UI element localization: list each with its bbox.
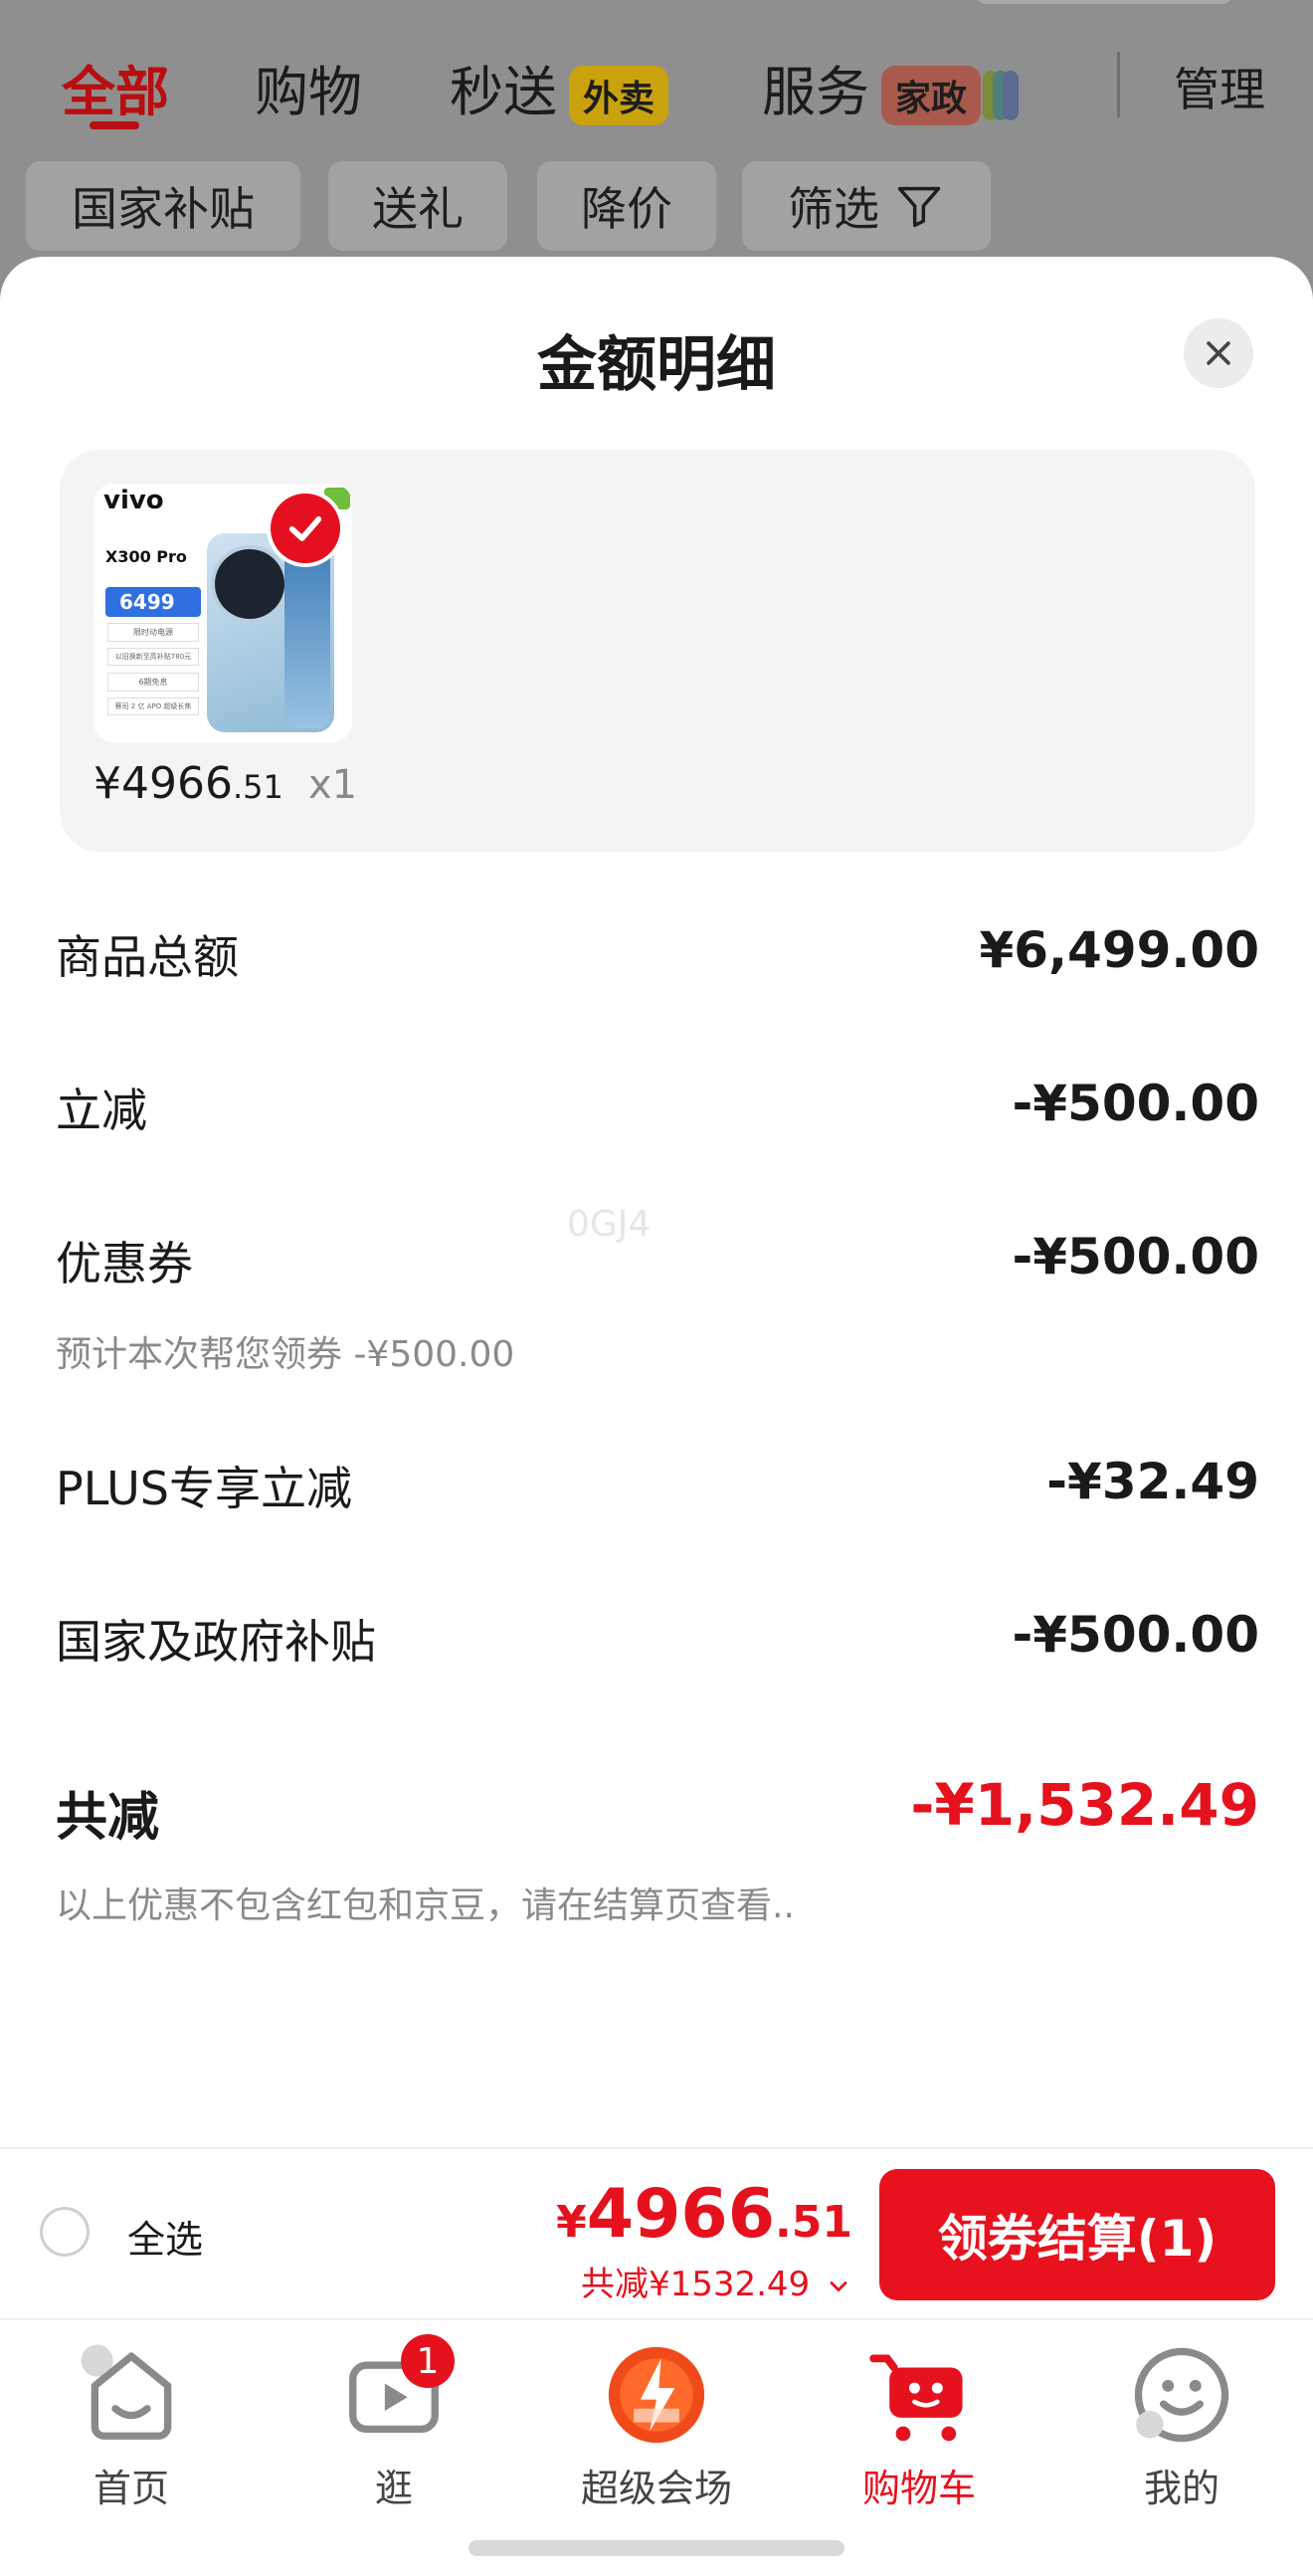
super-venue-icon [602,2340,711,2450]
total-discount-value: -¥1,532.49 [910,1771,1259,1839]
nav-label-mine: 我的 [1143,2467,1219,2510]
promo-line: 蔡司 2 亿 APO 超级长焦 [107,697,199,715]
row-value-gov-subsidy: -¥500.00 [1012,1606,1260,1664]
filter-label: 筛选 [788,182,879,236]
nav-label-home: 首页 [93,2467,169,2510]
tab-divider [1117,52,1120,117]
row-value-plus-discount: -¥32.49 [1046,1453,1259,1510]
select-all-radio[interactable] [40,2207,90,2257]
total-discount-note: 以上优惠不包含红包和京豆，请在结算页查看.. [56,1885,795,1926]
nav-item-home[interactable]: 首页 [32,2340,231,2512]
saved-amount-toggle[interactable]: 共减¥1532.49 [581,2257,852,2305]
coupon-note: 预计本次帮您领券 -¥500.00 [56,1334,515,1375]
chevron-down-icon [830,2280,847,2291]
product-price-decimal: .51 [232,768,283,806]
funnel-icon [897,186,941,228]
tab-active-indicator [90,121,139,129]
manage-button[interactable]: 管理 [1174,54,1265,119]
promo-line: 6期免息 [107,673,199,692]
row-label-gov-subsidy: 国家及政府补贴 [56,1615,376,1669]
phone-screen [284,543,330,728]
takeout-badge: 外卖 [569,66,669,126]
product-card: vivo X300 Pro 6499 限时动电源 以旧换新至高补贴780元 6期… [60,450,1255,852]
notification-badge: 1 [401,2334,455,2388]
price-integer: 4966 [586,2175,776,2254]
select-all-label[interactable]: 全选 [127,2209,203,2264]
bottom-nav: 首页 1 逛 超级会场 购物车 我的 [0,2318,1313,2576]
row-label-instant-discount: 立减 [56,1084,147,1137]
product-model: X300 Pro [105,547,187,566]
filter-national-subsidy[interactable]: 国家补贴 [26,161,300,251]
tab-express[interactable]: 秒送 外卖 [450,48,669,126]
housekeeping-badge-label: 家政 [895,79,968,120]
close-button[interactable] [1184,318,1253,388]
checkout-button[interactable]: 领券结算(1) [879,2169,1275,2300]
stacked-cards-icon [983,71,1020,121]
price-decimal: .51 [775,2197,852,2248]
tab-express-label: 秒送 [450,61,557,123]
nav-item-cart[interactable]: 购物车 [820,2340,1019,2512]
saved-amount: 共减¥1532.49 [580,2265,811,2304]
phone-image [207,533,334,732]
tab-shopping[interactable]: 购物 [255,48,362,126]
row-value-coupon: -¥500.00 [1012,1228,1260,1286]
camera-module [215,549,284,619]
checkout-bar: 全选 ¥4966.51 共减¥1532.49 领券结算(1) [0,2147,1313,2320]
housekeeping-badge: 家政 [881,66,982,126]
nav-item-browse[interactable]: 1 逛 [294,2334,493,2512]
product-thumb-price: 6499 [105,587,201,617]
filter-price-drop[interactable]: 降价 [537,161,716,251]
product-brand: vivo [103,486,164,515]
currency-symbol: ¥ [556,2197,587,2248]
tab-service-label: 服务 [762,61,869,123]
video-icon: 1 [339,2334,455,2450]
promo-line: 以旧换新至高补贴780元 [107,648,199,666]
selected-check[interactable] [271,494,340,563]
home-icon [77,2340,186,2450]
nav-item-mine[interactable]: 我的 [1082,2340,1281,2512]
watermark: 0GJ4 [567,1204,652,1245]
home-indicator[interactable] [469,2540,844,2556]
nav-label-cart: 购物车 [861,2467,976,2510]
smile-icon [1127,2340,1236,2450]
filter-gift[interactable]: 送礼 [328,161,507,251]
filter-button[interactable]: 筛选 [742,161,991,251]
checkmark-icon [288,516,322,541]
tab-service[interactable]: 服务 家政 [762,48,1020,126]
product-price-main: ¥4966 [94,758,233,809]
row-value-instant-discount: -¥500.00 [1012,1075,1260,1132]
row-label-plus-discount: PLUS专享立减 [56,1462,352,1515]
cart-icon [864,2340,974,2450]
nav-item-super-venue[interactable]: 超级会场 [557,2340,756,2512]
row-label-coupon: 优惠券 [56,1237,193,1290]
top-tab-bar: 全部 购物 秒送 外卖 服务 家政 管理 [0,0,1313,149]
product-price: ¥4966.51 [94,758,283,809]
total-discount-label: 共减 [56,1788,160,1848]
thumb-price-text: 6499 [119,590,175,614]
tab-all[interactable]: 全部 [62,48,169,126]
checkout-total-price: ¥4966.51 [556,2175,852,2254]
nav-label-super-venue: 超级会场 [580,2467,732,2510]
row-value-goods-total: ¥6,499.00 [979,921,1259,979]
close-icon [1207,341,1230,365]
product-quantity: x1 [308,762,358,808]
sheet-title: 金额明细 [537,330,776,400]
nav-label-browse: 逛 [374,2467,413,2510]
promo-line: 限时动电源 [107,623,199,642]
row-label-goods-total: 商品总额 [56,930,239,984]
